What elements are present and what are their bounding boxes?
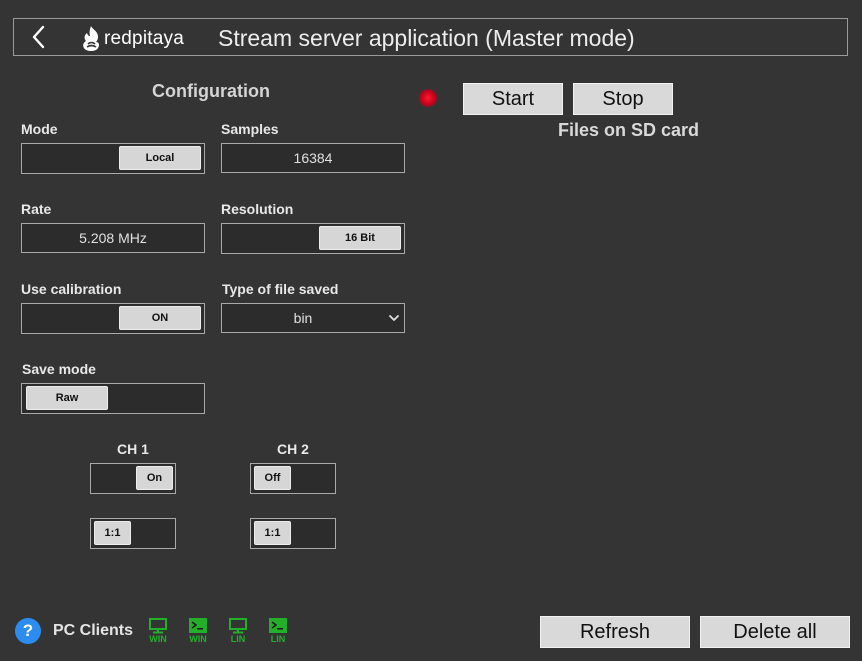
resolution-toggle-knob[interactable]: 16 Bit — [319, 226, 401, 250]
ch2-state-toggle[interactable]: Off — [250, 463, 336, 494]
refresh-button[interactable]: Refresh — [540, 616, 690, 648]
pc-clients-label: PC Clients — [53, 622, 134, 639]
rate-label: Rate — [21, 201, 52, 217]
back-button[interactable] — [26, 23, 52, 51]
client-caption: WIN — [149, 634, 167, 644]
chevron-down-icon — [389, 315, 399, 321]
save-mode-toggle[interactable]: Raw — [21, 383, 205, 414]
logo-text: redpitaya — [104, 28, 184, 49]
rate-input[interactable]: 5.208 MHz — [21, 223, 205, 253]
client-caption: WIN — [189, 634, 207, 644]
client-win-terminal[interactable]: WIN — [185, 616, 211, 646]
start-button[interactable]: Start — [463, 83, 563, 115]
files-on-sd-card-title: Files on SD card — [558, 120, 700, 140]
mode-toggle[interactable]: Local — [21, 143, 205, 174]
file-type-value: bin — [293, 310, 313, 326]
client-lin-monitor[interactable]: LIN — [225, 616, 251, 646]
save-mode-label: Save mode — [22, 361, 96, 377]
ch1-attenuation-toggle[interactable]: 1:1 — [90, 518, 176, 549]
client-lin-terminal[interactable]: LIN — [265, 616, 291, 646]
ch1-state-toggle[interactable]: On — [90, 463, 176, 494]
delete-all-button[interactable]: Delete all — [700, 616, 850, 648]
status-led-icon — [419, 89, 437, 107]
ch2-attenuation-knob[interactable]: 1:1 — [254, 521, 291, 545]
terminal-icon — [189, 618, 207, 633]
client-caption: LIN — [230, 634, 246, 644]
ch2-label: CH 2 — [277, 441, 309, 457]
ch1-attenuation-knob[interactable]: 1:1 — [94, 521, 131, 545]
client-win-monitor[interactable]: WIN — [145, 616, 171, 646]
resolution-label: Resolution — [221, 201, 294, 217]
ch2-state-knob[interactable]: Off — [254, 466, 291, 490]
terminal-icon — [269, 618, 287, 633]
client-caption: LIN — [270, 634, 286, 644]
mode-label: Mode — [21, 121, 58, 137]
ch2-attenuation-toggle[interactable]: 1:1 — [250, 518, 336, 549]
chevron-left-icon — [32, 25, 45, 49]
red-pitaya-logo: redpitaya — [80, 24, 184, 54]
calibration-toggle[interactable]: ON — [21, 303, 205, 334]
mode-toggle-knob[interactable]: Local — [119, 146, 201, 170]
samples-label: Samples — [221, 121, 279, 137]
ch1-label: CH 1 — [117, 441, 149, 457]
red-pitaya-logo-icon — [83, 26, 100, 51]
file-type-select[interactable]: bin — [221, 303, 405, 333]
configuration-title: Configuration — [152, 81, 270, 101]
stop-button[interactable]: Stop — [573, 83, 673, 115]
ch1-state-knob[interactable]: On — [136, 466, 173, 490]
files-list — [430, 150, 840, 600]
help-icon[interactable]: ? — [15, 618, 41, 644]
page-title: Stream server application (Master mode) — [218, 25, 635, 51]
calibration-toggle-knob[interactable]: ON — [119, 306, 201, 330]
file-type-label: Type of file saved — [222, 281, 339, 297]
samples-input[interactable]: 16384 — [221, 143, 405, 173]
resolution-toggle[interactable]: 16 Bit — [221, 223, 405, 254]
save-mode-toggle-knob[interactable]: Raw — [26, 386, 108, 410]
calibration-label: Use calibration — [21, 281, 122, 297]
app-header: redpitaya Stream server application (Mas… — [13, 18, 848, 56]
monitor-icon — [229, 618, 247, 634]
monitor-icon — [149, 618, 167, 634]
